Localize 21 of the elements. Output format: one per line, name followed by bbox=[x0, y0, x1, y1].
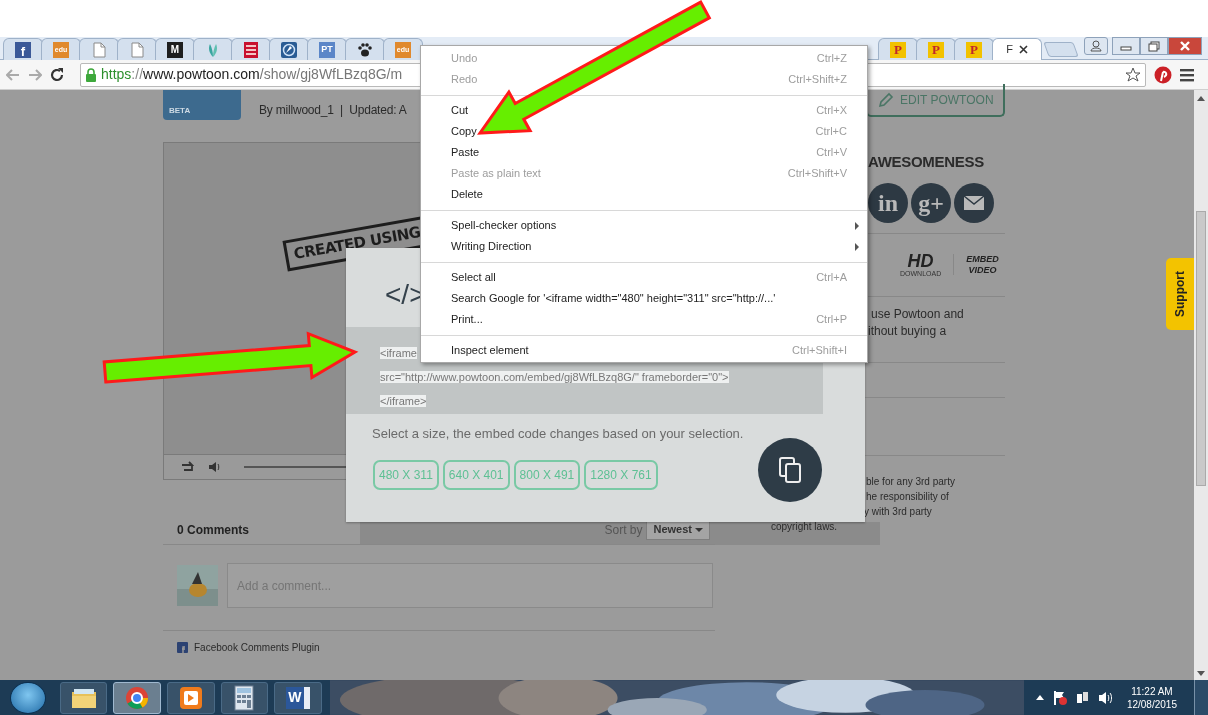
disclaimer-text: ble for any 3rd party bbox=[866, 474, 956, 489]
comment-count: 0 Comments bbox=[177, 521, 250, 539]
share-heading: AWESOMENESS bbox=[868, 152, 985, 172]
url-text: https://www.powtoon.com/show/gj8WfLBzq8G/m bbox=[101, 65, 403, 84]
beta-label: BETA bbox=[169, 105, 191, 117]
byline: By millwood_1 | Updated: A bbox=[259, 102, 407, 119]
powtoon-icon: P bbox=[890, 41, 906, 58]
feature-label: HD bbox=[907, 252, 934, 270]
plugin-label: Facebook Comments Plugin bbox=[194, 641, 320, 655]
powtoon-icon: P bbox=[928, 41, 944, 58]
letter-icon: M bbox=[167, 41, 183, 58]
word-icon: W bbox=[285, 686, 310, 709]
feature-label: EMBED VIDEO bbox=[966, 253, 999, 276]
disclaimer-text: copyright laws. bbox=[771, 519, 839, 534]
facebook-icon: f bbox=[15, 41, 31, 58]
description-text: ithout buying a bbox=[868, 322, 948, 340]
powtoon-icon: P bbox=[966, 41, 982, 58]
letter-icon: PT bbox=[319, 41, 335, 58]
hint-text: Select a size, the embed code changes based on your selection. bbox=[372, 425, 744, 443]
description-text: use Powtoon and bbox=[871, 305, 965, 323]
disclaimer-text: he responsibility of bbox=[866, 489, 950, 504]
